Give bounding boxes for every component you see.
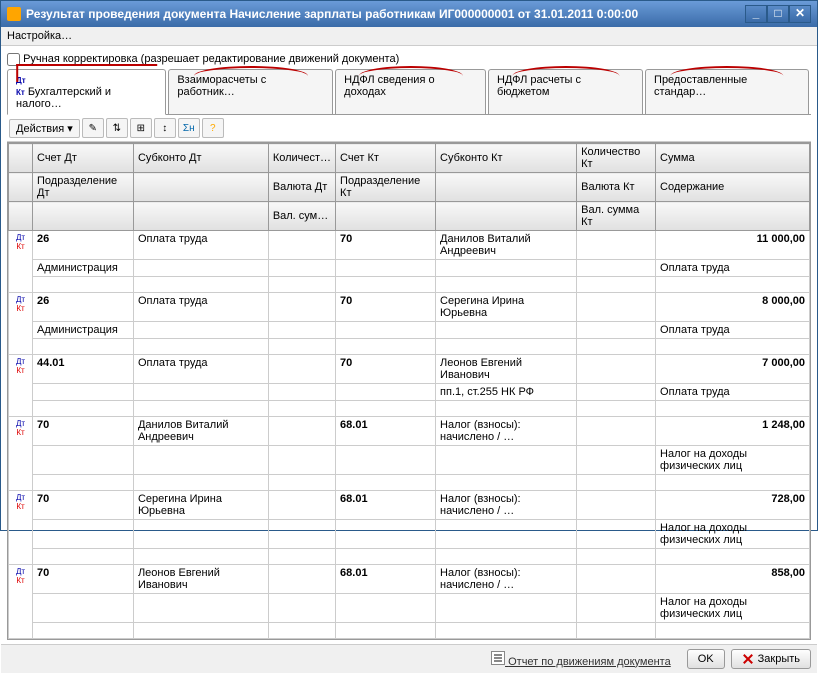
table-row[interactable]: АдминистрацияОплата труда (9, 260, 810, 277)
toolbar: Действия ▾ ✎ ⇅ ⊞ ↕ Σн ? (7, 115, 811, 142)
toolbar-icon-1[interactable]: ✎ (82, 118, 104, 138)
actions-dropdown[interactable]: Действия ▾ (9, 119, 80, 138)
close-window-button[interactable]: ✕ (789, 5, 811, 23)
tab-ndfl-income[interactable]: НДФЛ сведения о доходах (335, 69, 486, 114)
grid-header: Счет ДтСубконто ДтКоличест…Счет КтСубкон… (9, 144, 810, 231)
maximize-button[interactable]: □ (767, 5, 789, 23)
table-row[interactable]: ДтКт70Леонов Евгений Иванович68.01Налог … (9, 565, 810, 594)
table-row[interactable] (9, 549, 810, 565)
toolbar-icon-2[interactable]: ⇅ (106, 118, 128, 138)
manual-edit-checkbox-label[interactable]: Ручная корректировка (разрешает редактир… (7, 53, 399, 65)
report-icon (491, 651, 505, 665)
table-row[interactable] (9, 339, 810, 355)
close-icon (742, 653, 754, 665)
grid[interactable]: Счет ДтСубконто ДтКоличест…Счет КтСубкон… (7, 142, 811, 640)
table-row[interactable]: Налог на доходы физических лиц (9, 594, 810, 623)
row-marker: ДтКт (9, 231, 33, 293)
ok-button[interactable]: OK (687, 649, 725, 669)
toolbar-help-icon[interactable]: ? (202, 118, 224, 138)
table-row[interactable] (9, 277, 810, 293)
table-row[interactable]: АдминистрацияОплата труда (9, 322, 810, 339)
row-marker: ДтКт (9, 491, 33, 565)
table-row[interactable] (9, 475, 810, 491)
app-icon (7, 7, 21, 21)
titlebar: Результат проведения документа Начислени… (1, 1, 817, 27)
table-row[interactable]: ДтКт70Серегина Ирина Юрьевна68.01Налог (… (9, 491, 810, 520)
row-marker: ДтКт (9, 293, 33, 355)
window-title: Результат проведения документа Начислени… (26, 7, 745, 21)
tab-accounting[interactable]: ДтКтБухгалтерский и налого… (7, 69, 166, 115)
table-row[interactable]: Налог на доходы физических лиц (9, 520, 810, 549)
close-button[interactable]: Закрыть (731, 649, 811, 669)
menubar: Настройка… (1, 27, 817, 46)
table-row[interactable] (9, 401, 810, 417)
row-marker: ДтКт (9, 355, 33, 417)
manual-edit-checkbox[interactable] (7, 53, 20, 66)
tab-settlements[interactable]: Взаиморасчеты с работник… (168, 69, 333, 114)
table-row[interactable]: пп.1, ст.255 НК РФОплата труда (9, 384, 810, 401)
report-link[interactable]: Отчет по движениям документа (491, 651, 671, 668)
table-row[interactable]: ДтКт26Оплата труда70Данилов Виталий Андр… (9, 231, 810, 260)
menu-settings[interactable]: Настройка… (7, 30, 72, 42)
row-marker: ДтКт (9, 417, 33, 491)
toolbar-icon-3[interactable]: ⊞ (130, 118, 152, 138)
toolbar-icon-4[interactable]: ↕ (154, 118, 176, 138)
toolbar-sum-icon[interactable]: Σн (178, 118, 200, 138)
table-row[interactable]: Налог на доходы физических лиц (9, 446, 810, 475)
table-row[interactable] (9, 623, 810, 639)
tab-deductions[interactable]: Предоставленные стандар… (645, 69, 809, 114)
table-row[interactable]: ДтКт26Оплата труда70Серегина Ирина Юрьев… (9, 293, 810, 322)
minimize-button[interactable]: _ (745, 5, 767, 23)
table-row[interactable]: ДтКт44.01Оплата труда70Леонов Евгений Ив… (9, 355, 810, 384)
table-row[interactable]: ДтКт70Данилов Виталий Андреевич68.01Нало… (9, 417, 810, 446)
row-marker: ДтКт (9, 565, 33, 639)
tab-ndfl-budget[interactable]: НДФЛ расчеты с бюджетом (488, 69, 643, 114)
tabs-row: ДтКтБухгалтерский и налого… Взаиморасчет… (7, 69, 811, 115)
footer: Отчет по движениям документа OK Закрыть (1, 644, 817, 673)
